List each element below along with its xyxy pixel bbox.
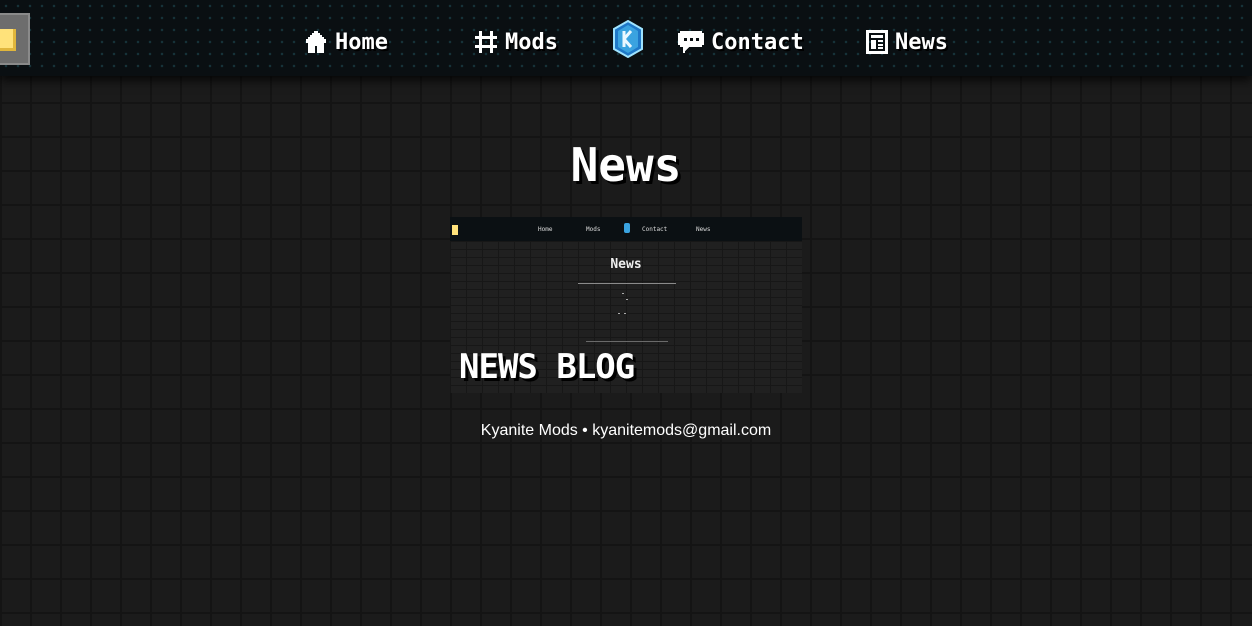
post-thumbnail-navbar: Home Mods Contact News [450, 217, 802, 241]
post-thumbnail-title: News [610, 257, 642, 272]
menu-toggle-button[interactable] [0, 13, 30, 65]
nav-home-label: Home [335, 29, 388, 55]
newspaper-icon [865, 29, 889, 55]
nav-news-link[interactable]: News [865, 24, 948, 60]
home-icon [303, 29, 329, 55]
thumbnail-dot [618, 313, 620, 314]
nav-news-label: News [895, 29, 948, 55]
thumbnail-nav-news: News [696, 226, 711, 233]
thumbnail-dot [624, 313, 626, 314]
kyanite-crystal-icon[interactable] [612, 19, 644, 62]
kyanite-crystal-icon [624, 223, 630, 233]
footer-text: Kyanite Mods • kyanitemods@gmail.com [480, 422, 772, 439]
post-title: NEWS BLOG [459, 347, 635, 387]
nav-mods-link[interactable]: Mods [473, 24, 558, 60]
thumbnail-nav-contact: Contact [642, 226, 668, 233]
nav-home-link[interactable]: Home [303, 24, 388, 60]
top-navbar: Home Mods Contact News [0, 0, 1252, 76]
nav-mods-label: Mods [505, 29, 558, 55]
page-title: News [570, 138, 682, 192]
lamp-icon [0, 29, 16, 51]
hash-icon [473, 29, 499, 55]
lamp-icon [452, 225, 458, 235]
thumbnail-nav-home: Home [538, 226, 553, 233]
thumbnail-dot [622, 293, 624, 294]
thumbnail-divider [578, 283, 676, 284]
thumbnail-footer-line [586, 341, 668, 342]
thumbnail-dot [626, 299, 628, 300]
nav-contact-label: Contact [711, 29, 804, 55]
thumbnail-nav-mods: Mods [586, 226, 601, 233]
nav-contact-link[interactable]: Contact [677, 24, 804, 60]
news-post-card[interactable]: Home Mods Contact News News NEWS BLOG [450, 217, 802, 393]
chat-bubble-icon [677, 29, 705, 55]
